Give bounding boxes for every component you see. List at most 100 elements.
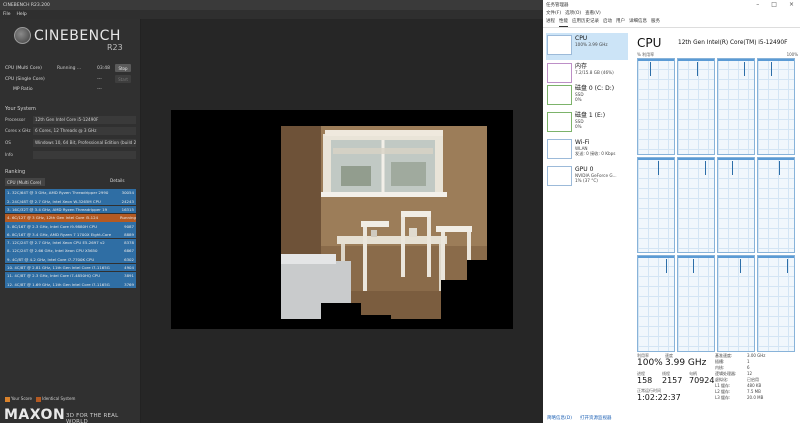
core-usage-spike xyxy=(697,62,698,76)
perf-item[interactable]: 磁盘 1 (E:) SSD 0% xyxy=(546,110,628,137)
core-usage-spike xyxy=(732,160,733,175)
core-graph xyxy=(637,156,675,254)
render-viewport xyxy=(141,19,543,423)
ranking-text: 5. 8C/16T @ 2.3 GHz, Intel Core i9-9880H… xyxy=(7,223,98,229)
spec-value: 1 xyxy=(747,359,750,364)
ranking-item[interactable]: 11. 4C/8T @ 2.3 GHz, Intel Core i7-4850H… xyxy=(5,271,136,280)
taskmgr-footer: 简略信息(D) 打开资源监视器 xyxy=(543,415,800,423)
ranking-item[interactable]: 12. 4C/8T @ 1.69 GHz, 11th Gen Intel Cor… xyxy=(5,280,136,289)
test-row-single-core: CPU (Single Core) --- Start xyxy=(5,74,135,84)
perf-item-text: GPU 0 NVIDIA GeForce G... 1% (37 °C) xyxy=(575,166,617,189)
test-name: MP Ratio xyxy=(13,86,33,92)
test-status: Running ... xyxy=(57,65,82,71)
ranking-item[interactable]: 7. 12C/24T @ 2.7 GHz, Intel Xeon CPU E5-… xyxy=(5,238,136,247)
ranking-select[interactable]: CPU (Multi Core) xyxy=(5,178,45,186)
tab-6[interactable]: 服务 xyxy=(651,18,660,27)
ranking-item[interactable]: 10. 4C/8T @ 2.81 GHz, 11th Gen Intel Cor… xyxy=(5,263,136,272)
core-usage-line xyxy=(758,256,794,259)
stop-button[interactable]: Stop xyxy=(115,64,131,72)
perf-item[interactable]: CPU 100% 3.99 GHz xyxy=(546,33,628,60)
perf-item-text: Wi-Fi WLAN 发送: 0 接收: 0 Kbps xyxy=(575,139,615,162)
ranking-item[interactable]: 2. 24C/48T @ 2.7 GHz, Intel Xeon W-3265M… xyxy=(5,197,136,206)
ranking-text: 1. 32C/64T @ 3 GHz, AMD Ryzen Threadripp… xyxy=(7,190,109,196)
render-canvas xyxy=(171,110,513,329)
perf-item-title: 磁盘 1 (E:) xyxy=(575,112,606,119)
system-key: Cores x GHz xyxy=(5,128,31,133)
cinebench-window: CINEBENCH R23.200 File Help CINEBENCH R2… xyxy=(0,0,543,423)
test-row-multi-core: CPU (Multi Core) Running ... 03:48 Stop xyxy=(5,63,135,73)
core-usage-line xyxy=(718,256,754,259)
minimize-icon[interactable]: – xyxy=(756,1,759,8)
maxon-logo: MAXON xyxy=(4,407,66,423)
tab-5[interactable]: 详细信息 xyxy=(629,18,647,27)
ranking-score: Running ... xyxy=(120,215,136,221)
ranking-text: 9. 4C/8T @ 4.2 GHz, Intel Core i7-7700K … xyxy=(7,256,95,262)
mini-graph-icon xyxy=(547,85,572,105)
tab-0[interactable]: 进程 xyxy=(546,18,555,27)
system-value: 6 Cores, 12 Threads @ 3 GHz xyxy=(33,126,136,135)
perf-item[interactable]: Wi-Fi WLAN 发送: 0 接收: 0 Kbps xyxy=(546,137,628,164)
test-name: CPU (Multi Core) xyxy=(5,65,42,71)
menu-item[interactable]: 查看(V) xyxy=(585,10,601,18)
perf-item[interactable]: 磁盘 0 (C: D:) SSD 0% xyxy=(546,83,628,110)
menu-item[interactable]: 选项(O) xyxy=(565,10,581,18)
info-field[interactable] xyxy=(33,150,136,159)
core-usage-spike xyxy=(666,259,667,274)
menu-help[interactable]: Help xyxy=(17,12,27,17)
maximize-icon[interactable]: □ xyxy=(771,1,777,8)
handle-value: 70924 xyxy=(689,376,715,385)
ranking-item[interactable]: 3. 16C/32T @ 3.4 GHz, AMD Ryzen Threadri… xyxy=(5,205,136,214)
ranking-heading: Ranking xyxy=(5,169,26,175)
spec-value: 20.0 MB xyxy=(747,395,764,400)
mini-graph-icon xyxy=(547,35,572,55)
close-icon[interactable]: × xyxy=(789,1,794,8)
fewer-details-link[interactable]: 简略信息(D) xyxy=(547,415,572,423)
ranking-item[interactable]: 5. 8C/16T @ 2.3 GHz, Intel Core i9-9880H… xyxy=(5,222,136,230)
menu-item[interactable]: 文件(F) xyxy=(546,10,561,18)
tab-1[interactable]: 性能 xyxy=(559,18,568,27)
system-info: Info xyxy=(5,150,136,159)
test-name: CPU (Single Core) xyxy=(5,76,45,82)
core-usage-line xyxy=(638,59,674,61)
tab-2[interactable]: 应用历史记录 xyxy=(572,18,599,27)
thread-value: 2157 xyxy=(662,376,683,385)
system-os: OS Windows 10, 64 Bit, Professional Edit… xyxy=(5,138,136,147)
test-time: 03:48 xyxy=(97,65,110,71)
ranking-score: 8378 xyxy=(124,240,134,246)
core-graph xyxy=(677,58,715,155)
tab-4[interactable]: 用户 xyxy=(616,18,625,27)
cinebench-version: R23 xyxy=(107,43,123,52)
perf-item-text: CPU 100% 3.99 GHz xyxy=(575,35,608,58)
ranking-item[interactable]: 8. 12C/24T @ 2.66 GHz, Intel Xeon CPU X5… xyxy=(5,247,136,255)
ranking-score: 3891 xyxy=(124,273,134,279)
core-usage-line xyxy=(638,157,674,160)
core-usage-spike xyxy=(771,62,772,76)
utilization-max: 100% xyxy=(786,52,798,57)
ranking-text: 3. 16C/32T @ 3.4 GHz, AMD Ryzen Threadri… xyxy=(7,206,108,212)
core-graph xyxy=(717,58,755,155)
ranking-score: 6302 xyxy=(124,256,134,262)
start-button[interactable]: Start xyxy=(115,75,131,83)
uptime-value: 1:02:22:37 xyxy=(637,393,681,402)
perf-item[interactable]: GPU 0 NVIDIA GeForce G... 1% (37 °C) xyxy=(546,164,628,191)
core-usage-spike xyxy=(693,259,694,274)
ranking-item[interactable]: 1. 32C/64T @ 3 GHz, AMD Ryzen Threadripp… xyxy=(5,189,136,197)
perf-item-text: 磁盘 0 (C: D:) SSD 0% xyxy=(575,85,614,108)
cinebench-window-title: CINEBENCH R23.200 xyxy=(3,2,50,8)
resource-monitor-link[interactable]: 打开资源监视器 xyxy=(580,415,612,423)
maxon-tagline: 3D FOR THE REAL WORLD xyxy=(66,413,119,423)
ranking-score: 30054 xyxy=(121,190,134,196)
tab-3[interactable]: 启动 xyxy=(603,18,612,27)
spec-value: 480 KB xyxy=(747,383,762,388)
ranking-item[interactable]: 6. 8C/16T @ 3.4 GHz, AMD Ryzen 7 1700X E… xyxy=(5,230,136,239)
ranking-item[interactable]: 9. 4C/8T @ 4.2 GHz, Intel Core i7-7700K … xyxy=(5,255,136,264)
mini-graph-icon xyxy=(547,63,572,83)
ranking-text: 11. 4C/8T @ 2.3 GHz, Intel Core i7-4850H… xyxy=(7,273,101,279)
core-usage-spike xyxy=(740,259,741,274)
ranking-text: 8. 12C/24T @ 2.66 GHz, Intel Xeon CPU X5… xyxy=(7,248,98,254)
details-button[interactable]: Details xyxy=(110,178,125,183)
menu-file[interactable]: File xyxy=(3,12,11,17)
legend-your-score: Your Score xyxy=(5,396,32,402)
ranking-item[interactable]: 4. 6C/12T @ 3 GHz, 12th Gen Intel Core i… xyxy=(5,213,136,222)
core-graph xyxy=(717,156,755,254)
